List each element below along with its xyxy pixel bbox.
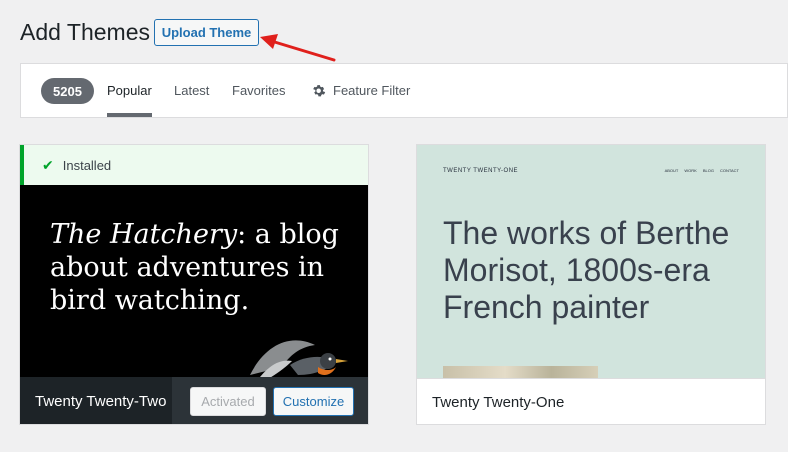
bird-illustration-icon: [250, 340, 348, 377]
feature-filter-button[interactable]: Feature Filter: [311, 64, 410, 117]
screenshot-headline-italic: The Hatchery: [50, 219, 238, 250]
theme-card-twenty-twenty-two[interactable]: ✔ Installed The Hatchery: a blog about a…: [19, 144, 369, 425]
theme-count-badge: 5205: [41, 78, 94, 104]
screenshot-headline: The Hatchery: a blog about adventures in…: [50, 218, 340, 317]
activated-button: Activated: [190, 387, 266, 416]
screenshot-site-title: TWENTY TWENTY-ONE: [443, 168, 519, 174]
filter-bar: 5205 Popular Latest Favorites Feature Fi…: [20, 63, 788, 118]
theme-name: Twenty Twenty-Two: [20, 377, 172, 424]
screenshot-painting-image: [443, 366, 598, 378]
theme-screenshot[interactable]: The Hatchery: a blog about adventures in…: [20, 185, 368, 377]
installed-notice: ✔ Installed: [20, 145, 368, 185]
screenshot-headline: The works of Berthe Morisot, 1800s-era F…: [443, 215, 730, 325]
screenshot-nav-item: ABOUT: [664, 168, 679, 173]
annotation-arrow-icon: [260, 34, 336, 62]
theme-actions: Activated Customize: [172, 377, 368, 424]
screenshot-nav-item: CONTACT: [719, 168, 739, 173]
tab-latest[interactable]: Latest: [174, 64, 209, 117]
feature-filter-label: Feature Filter: [333, 83, 411, 98]
tab-popular[interactable]: Popular: [107, 64, 152, 117]
check-icon: ✔: [42, 156, 54, 173]
theme-card-twenty-twenty-one[interactable]: TWENTY TWENTY-ONE ABOUT WORK BLOG CONTAC…: [416, 144, 766, 425]
customize-button[interactable]: Customize: [273, 387, 354, 416]
screenshot-nav-item: WORK: [684, 168, 697, 173]
screenshot-nav: ABOUT WORK BLOG CONTACT: [665, 168, 739, 173]
screenshot-nav-item: BLOG: [702, 168, 714, 173]
page-title: Add Themes: [20, 19, 150, 45]
upload-theme-button[interactable]: Upload Theme: [154, 19, 259, 46]
gear-icon: [313, 85, 326, 97]
theme-footer: Twenty Twenty-Two Activated Customize: [20, 377, 368, 424]
theme-name: Twenty Twenty-One: [417, 378, 765, 424]
tab-favorites[interactable]: Favorites: [232, 64, 285, 117]
theme-screenshot[interactable]: TWENTY TWENTY-ONE ABOUT WORK BLOG CONTAC…: [417, 145, 765, 378]
installed-label: Installed: [62, 157, 112, 173]
